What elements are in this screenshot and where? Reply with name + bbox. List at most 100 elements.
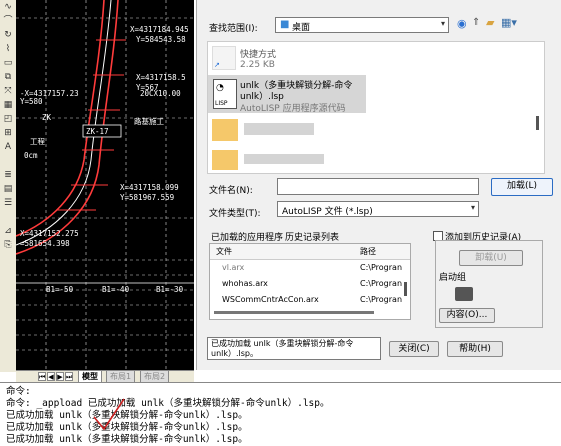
row-path: C:\Progran — [360, 279, 403, 288]
copy-icon[interactable]: ⧉ — [2, 72, 14, 83]
contents-button[interactable]: 内容(O)... — [439, 308, 495, 323]
cad-label-b1-50: B1=-50 — [46, 285, 74, 294]
desktop-icon: ■ — [280, 19, 290, 30]
new-folder-icon[interactable]: ▰ — [486, 16, 494, 29]
filetype-combo[interactable]: AutoLISP 文件 (*.lsp) ▾ — [277, 201, 479, 217]
table-row[interactable]: vl.arx C:\Progran — [210, 261, 410, 276]
cad-drawing: X=4317184.945 Y=584543.58 X=4317158.5 Y=… — [16, 0, 194, 370]
help-button[interactable]: 帮助(H) — [447, 341, 503, 357]
list-item[interactable] — [208, 117, 368, 143]
lookin-combo[interactable]: ■ 桌面 ▾ — [275, 17, 449, 33]
cad-coord-6: Y=580 — [20, 97, 43, 106]
row-file: whohas.arx — [222, 279, 268, 288]
insert-icon[interactable]: ⎘ — [2, 240, 14, 251]
last-tab-button[interactable]: ⏭ — [65, 372, 73, 381]
stretch-icon[interactable]: ⤧ — [2, 86, 14, 97]
col-file: 文件 — [216, 247, 232, 256]
loaded-apps-table[interactable]: 文件 路径 vl.arx C:\Progran whohas.arx C:\Pr… — [209, 243, 411, 320]
filename-label: 文件名(N): — [209, 186, 253, 196]
prev-tab-button[interactable]: ◀ — [47, 372, 55, 381]
cad-label-road: 路基施工 — [134, 116, 164, 126]
close-button[interactable]: 关闭(C) — [389, 341, 439, 357]
folder-icon — [212, 150, 238, 170]
lisp-file-icon: ◔ LISP — [213, 79, 237, 109]
cad-label-b1-40: B1=-40 — [102, 285, 130, 294]
cad-coord-1: X=4317184.945 — [130, 25, 189, 34]
command-line-text: 已成功加载 unlk（多重块解锁分解-命令unlk）.lsp。 — [6, 434, 248, 445]
file-name: 快捷方式 — [240, 50, 277, 60]
up-folder-icon[interactable]: ⇑ — [472, 17, 480, 28]
cad-label-cm: 0cm — [24, 151, 38, 160]
table-header: 文件 路径 — [210, 244, 410, 260]
cad-coord-10: =581654.398 — [20, 239, 70, 248]
cad-label-zk: ZK — [42, 113, 52, 122]
lookin-value: 桌面 — [292, 23, 311, 33]
table-icon[interactable]: ⊞ — [2, 128, 14, 139]
rectangle-icon[interactable]: ▭ — [2, 58, 14, 69]
briefcase-icon — [455, 287, 473, 301]
text-icon[interactable]: A — [2, 142, 14, 153]
filename-input[interactable] — [277, 178, 479, 195]
block-icon[interactable]: ◰ — [2, 114, 14, 125]
cad-coord-3: X=4317158.5 — [136, 73, 186, 82]
startup-suite-group: 启动组 内容(O)... — [435, 240, 543, 328]
table-row[interactable]: whohas.arx C:\Progran — [210, 277, 410, 292]
row-path: C:\Progran — [360, 263, 403, 272]
blurred-name — [244, 154, 324, 164]
cad-coord-8: Y=581967.559 — [120, 193, 174, 202]
row-path: C:\Progran — [360, 295, 403, 304]
row-file: WSCommCntrAcCon.arx — [222, 295, 319, 304]
row-file: vl.arx — [222, 263, 245, 272]
list-icon[interactable]: ☰ — [2, 198, 14, 209]
curve-icon[interactable]: ∿ — [2, 2, 14, 13]
polyline-icon[interactable]: ⌇ — [2, 44, 14, 55]
hatch-icon[interactable]: ▦ — [2, 100, 14, 111]
load-button[interactable]: 加载(L) — [491, 178, 553, 196]
tab-history-list[interactable]: 历史记录列表 — [285, 230, 339, 243]
next-tab-button[interactable]: ▶ — [56, 372, 64, 381]
appload-dialog: 查找范围(I): ■ 桌面 ▾ ◉ ⇑ ▰ ▦▾ ↗ 快捷方式 2.25 KB … — [196, 0, 561, 370]
cad-drawing-area[interactable]: X=4317184.945 Y=584543.58 X=4317158.5 Y=… — [16, 0, 194, 370]
list-item[interactable]: ◔ LISP unlk（多重块解锁分解-命令 unlk）.lsp AutoLIS… — [208, 75, 366, 114]
lookin-label: 查找范围(I): — [209, 24, 258, 34]
file-type: AutoLISP 应用程序源代码 — [240, 104, 346, 114]
views-icon[interactable]: ▦▾ — [501, 16, 517, 29]
measure-icon[interactable]: ⊿ — [2, 226, 14, 237]
startup-label: 启动组 — [439, 273, 467, 283]
shortcut-icon: ↗ — [212, 46, 236, 70]
file-list-scrollbar[interactable] — [536, 116, 539, 130]
col-path: 路径 — [360, 247, 376, 256]
command-line[interactable]: 命令: 命令: _appload 已成功加载 unlk（多重块解锁分解-命令un… — [0, 382, 561, 446]
filetype-label: 文件类型(T): — [209, 209, 261, 219]
folder-icon — [212, 119, 238, 141]
draw-toolbar: ∿ ⌒ ↻ ⌇ ▭ ⧉ ⤧ ▦ ◰ ⊞ A ≣ ▤ ☰ ⊿ ⎘ — [0, 0, 17, 372]
list-item[interactable] — [208, 148, 368, 172]
chevron-down-icon: ▾ — [440, 19, 445, 28]
arc-icon[interactable]: ⌒ — [2, 16, 14, 27]
first-tab-button[interactable]: ⏮ — [38, 372, 46, 381]
command-line-text: 命令: — [6, 386, 31, 397]
cad-label-dim: 20CX10.00 — [140, 89, 181, 98]
file-list[interactable]: ↗ 快捷方式 2.25 KB ◔ LISP unlk（多重块解锁分解-命令 un… — [207, 41, 545, 174]
table-row[interactable]: WSCommCntrAcCon.arx C:\Progran — [210, 293, 410, 308]
cad-label-work: 工程 — [30, 137, 45, 146]
status-text: 已成功加载 unlk（多重块解锁分解-命令unlk）.lsp。 — [211, 339, 354, 358]
file-size: 2.25 KB — [240, 60, 275, 70]
properties-icon[interactable]: ▤ — [2, 184, 14, 195]
chevron-down-icon: ▾ — [470, 203, 475, 212]
cad-label-b1-30: B1=-30 — [156, 285, 184, 294]
layer-icon[interactable]: ≣ — [2, 170, 14, 181]
red-check-annotation — [93, 398, 125, 431]
cad-coord-7: X=4317158.099 — [120, 183, 179, 192]
tab-loaded-apps[interactable]: 已加载的应用程序 — [211, 230, 283, 243]
back-icon[interactable]: ◉ — [457, 17, 467, 30]
cad-coord-9: X=4317152.275 — [20, 229, 79, 238]
rotate-icon[interactable]: ↻ — [2, 30, 14, 41]
list-item[interactable]: ↗ 快捷方式 2.25 KB — [208, 44, 368, 74]
blurred-name — [244, 123, 314, 135]
loaded-list-hscrollbar[interactable] — [214, 311, 374, 314]
loaded-list-scrollbar[interactable] — [404, 282, 407, 296]
cad-coord-2: Y=584543.58 — [136, 35, 186, 44]
filetype-value: AutoLISP 文件 (*.lsp) — [282, 207, 373, 217]
status-message: 已成功加载 unlk（多重块解锁分解-命令unlk）.lsp。 — [207, 337, 381, 360]
